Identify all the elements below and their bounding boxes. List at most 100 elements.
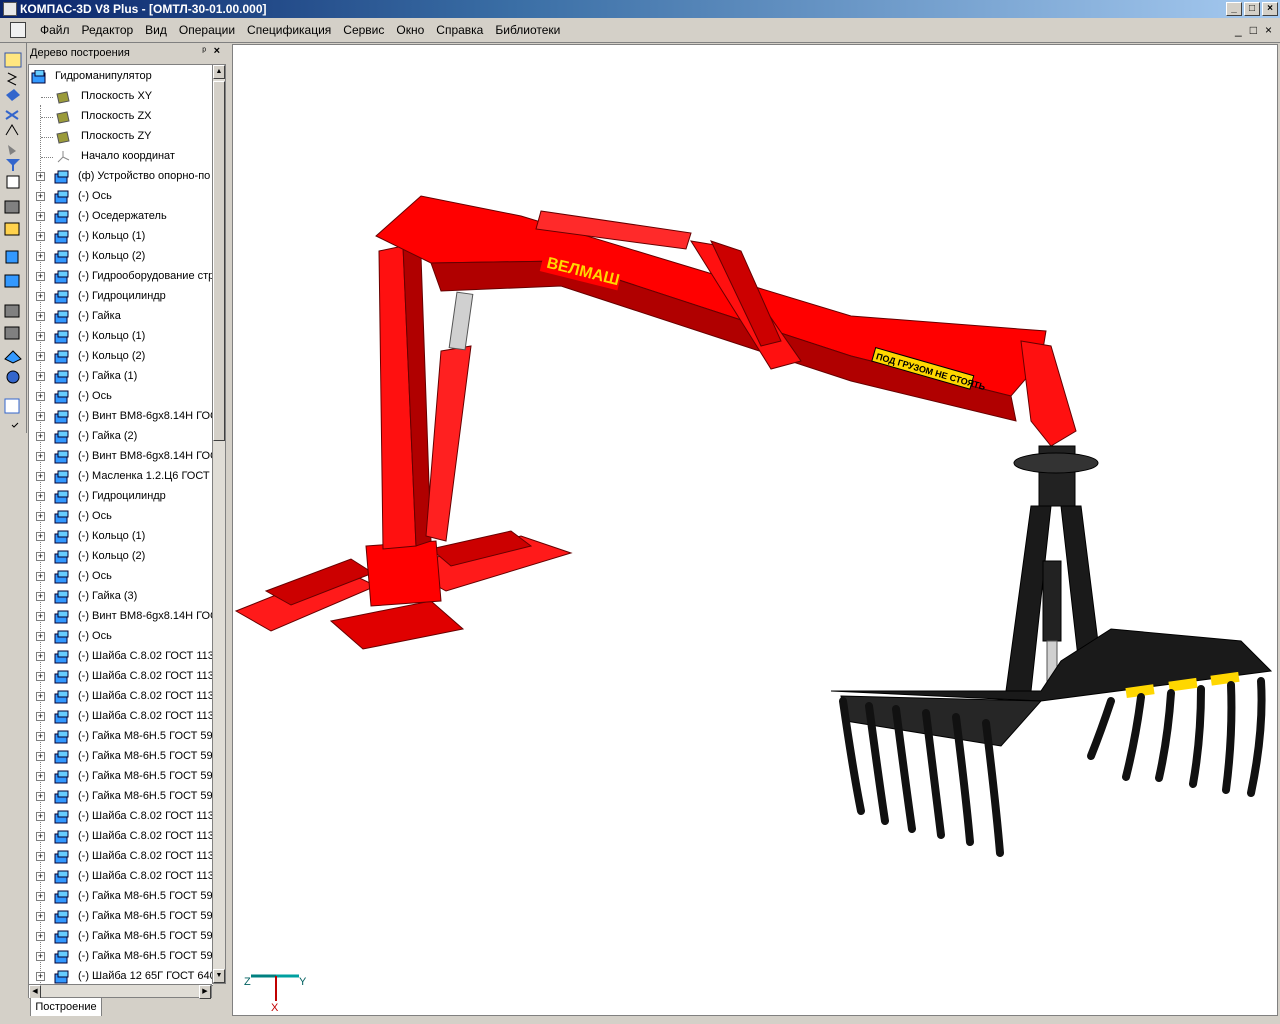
tree-base-item[interactable]: Плоскость ZY: [29, 127, 213, 147]
expand-icon[interactable]: +: [36, 292, 45, 301]
expand-icon[interactable]: +: [36, 532, 45, 541]
tree-item[interactable]: + (ф) Устройство опорно-по: [29, 167, 213, 187]
tree-item[interactable]: + (-) Винт ВМ8-6gx8.14Н ГОС: [29, 447, 213, 467]
menu-window[interactable]: Окно: [390, 23, 430, 37]
tree-item[interactable]: + (-) Гидроцилиндр: [29, 287, 213, 307]
expand-icon[interactable]: +: [36, 332, 45, 341]
tree-item[interactable]: + (-) Кольцо (2): [29, 247, 213, 267]
parametrization-icon[interactable]: [8, 145, 16, 155]
expand-icon[interactable]: +: [36, 752, 45, 761]
pin-icon[interactable]: ᵖ: [202, 46, 206, 57]
surface-icon[interactable]: [4, 304, 20, 318]
tree-item[interactable]: + (-) Кольцо (1): [29, 227, 213, 247]
expand-icon[interactable]: +: [36, 392, 45, 401]
tree-item[interactable]: + (-) Гайка (2): [29, 427, 213, 447]
dimensions-icon[interactable]: [6, 89, 20, 101]
expand-icon[interactable]: +: [36, 472, 45, 481]
expand-icon[interactable]: +: [36, 572, 45, 581]
more-icon[interactable]: [11, 422, 19, 428]
tree-item[interactable]: + (-) Гайка М8-6Н.5 ГОСТ 59: [29, 787, 213, 807]
tree-item[interactable]: + (-) Шайба С.8.02 ГОСТ 113: [29, 867, 213, 887]
expand-icon[interactable]: +: [36, 632, 45, 641]
tree-item[interactable]: + (-) Гайка М8-6Н.5 ГОСТ 59: [29, 947, 213, 967]
scroll-down-button[interactable]: ▼: [213, 969, 225, 983]
expand-icon[interactable]: +: [36, 732, 45, 741]
tree-horizontal-scrollbar[interactable]: ◀ ▶: [28, 984, 212, 999]
curve-icon[interactable]: [4, 326, 20, 340]
expand-icon[interactable]: +: [36, 672, 45, 681]
expand-icon[interactable]: +: [36, 492, 45, 501]
tree-item[interactable]: + (-) Масленка 1.2.Ц6 ГОСТ: [29, 467, 213, 487]
tree-item[interactable]: + (-) Гайка М8-6Н.5 ГОСТ 59: [29, 887, 213, 907]
close-icon[interactable]: ×: [214, 45, 220, 57]
expand-icon[interactable]: +: [36, 512, 45, 521]
expand-icon[interactable]: +: [36, 832, 45, 841]
expand-icon[interactable]: +: [36, 812, 45, 821]
expand-icon[interactable]: +: [36, 592, 45, 601]
minimize-button[interactable]: _: [1226, 2, 1242, 16]
spec-icon[interactable]: [4, 222, 20, 236]
assembly-icon[interactable]: [4, 274, 20, 288]
tree-item[interactable]: + (-) Гайка (1): [29, 367, 213, 387]
expand-icon[interactable]: +: [36, 872, 45, 881]
document-icon[interactable]: [10, 22, 26, 38]
tree-item[interactable]: + (-) Гайка М8-6Н.5 ГОСТ 59: [29, 727, 213, 747]
menu-specification[interactable]: Спецификация: [241, 23, 337, 37]
expand-icon[interactable]: +: [36, 692, 45, 701]
expand-icon[interactable]: +: [36, 212, 45, 221]
expand-icon[interactable]: +: [36, 712, 45, 721]
expand-icon[interactable]: +: [36, 972, 45, 981]
tree-item[interactable]: + (-) Гайка М8-6Н.5 ГОСТ 59: [29, 747, 213, 767]
menu-file[interactable]: Файл: [34, 23, 76, 37]
expand-icon[interactable]: +: [36, 192, 45, 201]
menu-view[interactable]: Вид: [139, 23, 173, 37]
expand-icon[interactable]: +: [36, 892, 45, 901]
measure-icon[interactable]: [6, 175, 20, 189]
expand-icon[interactable]: +: [36, 912, 45, 921]
expand-icon[interactable]: +: [36, 952, 45, 961]
tree-item[interactable]: + (-) Шайба С.8.02 ГОСТ 113: [29, 807, 213, 827]
expand-icon[interactable]: +: [36, 412, 45, 421]
expand-icon[interactable]: +: [36, 432, 45, 441]
tree-item[interactable]: + (-) Винт ВМ8-6gx8.14Н ГОС: [29, 607, 213, 627]
expand-icon[interactable]: +: [36, 232, 45, 241]
tab-build[interactable]: Построение: [30, 998, 102, 1017]
array-icon[interactable]: [6, 370, 20, 384]
tree-item[interactable]: + (-) Винт ВМ8-6gx8.14Н ГОС: [29, 407, 213, 427]
maximize-button[interactable]: □: [1244, 2, 1260, 16]
tree-item[interactable]: + (-) Гидрооборудование стр: [29, 267, 213, 287]
expand-icon[interactable]: +: [36, 652, 45, 661]
expand-icon[interactable]: +: [36, 172, 45, 181]
expand-icon[interactable]: +: [36, 452, 45, 461]
tree-item[interactable]: + (-) Ось: [29, 627, 213, 647]
tree-base-item[interactable]: Плоскость ZX: [29, 107, 213, 127]
tree-base-item[interactable]: Начало координат: [29, 147, 213, 167]
menu-operations[interactable]: Операции: [173, 23, 241, 37]
tree-item[interactable]: + (-) Гайка М8-6Н.5 ГОСТ 59: [29, 927, 213, 947]
menu-service[interactable]: Сервис: [337, 23, 390, 37]
scroll-right-button[interactable]: ▶: [199, 985, 211, 999]
menu-libraries[interactable]: Библиотеки: [489, 23, 566, 37]
tree-item[interactable]: + (-) Гайка: [29, 307, 213, 327]
tree-item[interactable]: + (-) Ось: [29, 187, 213, 207]
tree-view[interactable]: Гидроманипулятор Плоскость XY Плоскость Z…: [28, 64, 213, 986]
edit-icon[interactable]: [5, 124, 19, 136]
tree-item[interactable]: + (-) Гайка М8-6Н.5 ГОСТ 59: [29, 767, 213, 787]
expand-icon[interactable]: +: [36, 272, 45, 281]
scroll-thumb[interactable]: [213, 81, 225, 441]
expand-icon[interactable]: +: [36, 792, 45, 801]
geometry-icon[interactable]: [6, 72, 18, 86]
expand-icon[interactable]: +: [36, 932, 45, 941]
tree-item[interactable]: + (-) Ось: [29, 567, 213, 587]
menu-help[interactable]: Справка: [430, 23, 489, 37]
close-button[interactable]: ×: [1262, 2, 1278, 16]
tree-vertical-scrollbar[interactable]: ▲ ▼: [212, 64, 226, 984]
scroll-up-button[interactable]: ▲: [213, 65, 225, 79]
menu-edit[interactable]: Редактор: [76, 23, 140, 37]
expand-icon[interactable]: +: [36, 772, 45, 781]
expand-icon[interactable]: +: [36, 612, 45, 621]
expand-icon[interactable]: +: [36, 352, 45, 361]
select-icon[interactable]: [4, 200, 20, 214]
tree-item[interactable]: + (-) Кольцо (2): [29, 347, 213, 367]
doc-close-button[interactable]: ×: [1265, 23, 1272, 37]
